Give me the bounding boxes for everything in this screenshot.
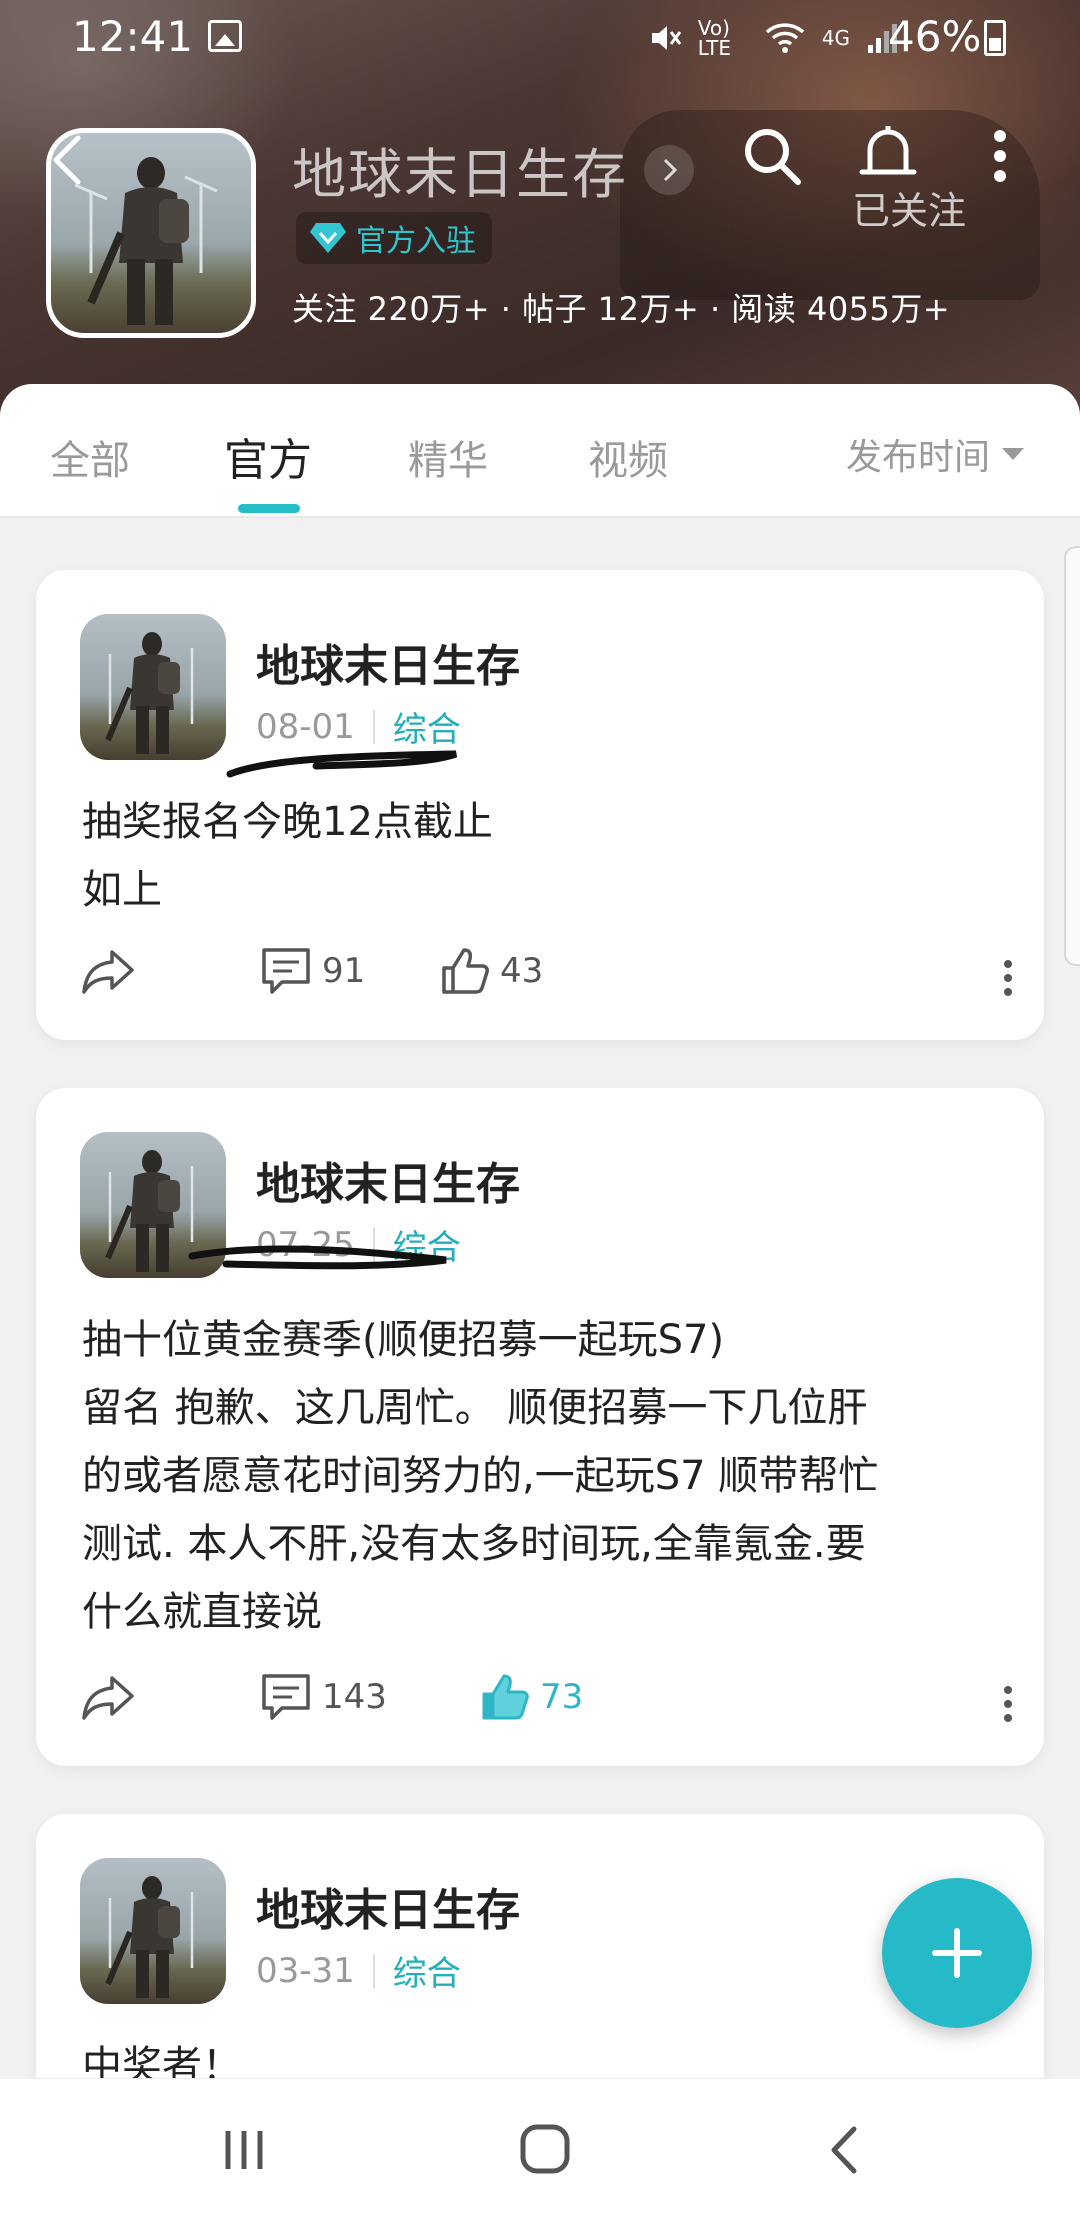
chevron-right-icon (644, 144, 694, 195)
author-avatar[interactable] (80, 614, 226, 760)
follow-status[interactable]: 已关注 (852, 180, 966, 235)
thumbs-up-icon (482, 1674, 529, 1720)
post-card[interactable]: 地球末日生存 08-01 综合 抽奖报名今晚12点截止 如上 91 43 (36, 570, 1044, 1040)
post-author[interactable]: 地球末日生存 (256, 1874, 520, 1938)
like-button[interactable]: 73 (480, 1672, 583, 1722)
post-meta: 03-31 综合 (256, 1946, 461, 1995)
caret-down-icon (1002, 448, 1025, 460)
active-tab-indicator (238, 504, 300, 513)
comment-count: 91 (322, 951, 366, 991)
status-icons: Vo) LTE 4G (648, 18, 900, 58)
post-author[interactable]: 地球末日生存 (256, 630, 520, 694)
scribble-mark (226, 750, 458, 778)
post-body[interactable]: 抽奖报名今晚12点截止 如上 (82, 788, 1022, 924)
comment-button[interactable]: 91 (260, 946, 365, 996)
share-icon[interactable] (80, 946, 136, 998)
search-icon[interactable] (740, 124, 804, 188)
diamond-icon (310, 223, 346, 253)
post-author[interactable]: 地球末日生存 (256, 1148, 520, 1212)
volte-label: Vo) LTE (697, 16, 732, 60)
back-icon[interactable] (44, 130, 94, 190)
more-vertical-icon[interactable] (996, 1684, 1020, 1724)
forum-header: 12:41 Vo) LTE 4G 46% 地球末日生存 官方入驻 关注 220万… (0, 0, 1080, 420)
side-pull-handle[interactable] (1064, 546, 1080, 966)
comment-count: 143 (322, 1677, 387, 1717)
system-nav-bar (0, 2078, 1080, 2220)
forum-title-row[interactable]: 地球末日生存 (292, 130, 694, 209)
tab-featured[interactable]: 精华 (408, 428, 488, 486)
recent-apps-icon[interactable] (204, 2115, 284, 2185)
comment-icon (262, 1674, 310, 1720)
post-body[interactable]: 抽十位黄金赛季(顺便招募一起玩S7) 留名 抱歉、这几周忙。 顺便招募一下几位肝… (82, 1306, 1022, 1646)
forum-title: 地球末日生存 (292, 143, 628, 206)
sort-label: 发布时间 (846, 437, 991, 478)
like-count: 43 (500, 951, 544, 991)
official-badge[interactable]: 官方入驻 (296, 212, 492, 264)
comment-button[interactable]: 143 (260, 1672, 387, 1722)
wifi-icon (765, 23, 804, 53)
post-actions: 143 73 (80, 1672, 1020, 1736)
comment-icon (262, 948, 310, 994)
sort-dropdown[interactable]: 发布时间 (846, 428, 1026, 480)
create-post-button[interactable] (882, 1878, 1032, 2028)
post-body[interactable]: 中奖者！ (82, 2032, 1022, 2078)
author-avatar[interactable] (80, 1858, 226, 2004)
app-page: 12:41 Vo) LTE 4G 46% 地球末日生存 官方入驻 关注 220万… (0, 0, 1080, 2220)
post-feed: 地球末日生存 08-01 综合 抽奖报名今晚12点截止 如上 91 43 地球末… (0, 518, 1080, 2078)
scribble-mark (188, 1245, 447, 1270)
home-icon[interactable] (505, 2115, 585, 2185)
like-count: 73 (540, 1677, 584, 1717)
share-icon[interactable] (80, 1672, 136, 1724)
gallery-notification-icon (208, 20, 242, 52)
thumbs-up-icon (442, 948, 489, 994)
like-button[interactable]: 43 (440, 946, 543, 996)
official-badge-label: 官方入驻 (356, 224, 476, 259)
battery-icon (984, 20, 1006, 56)
post-date: 03-31 (256, 1950, 355, 1991)
post-card[interactable]: 地球末日生存 07-25 综合 抽十位黄金赛季(顺便招募一起玩S7) 留名 抱歉… (36, 1088, 1044, 1766)
tab-official[interactable]: 官方 (224, 424, 312, 488)
status-time: 12:41 (72, 12, 194, 61)
nav-back-icon[interactable] (806, 2115, 886, 2185)
more-vertical-icon[interactable] (996, 958, 1020, 998)
forum-stats: 关注 220万+ · 帖子 12万+ · 阅读 4055万+ (292, 290, 951, 328)
post-category[interactable]: 综合 (393, 1946, 461, 1995)
status-bar: 12:41 Vo) LTE 4G 46% (0, 0, 1080, 80)
mute-icon (651, 26, 681, 50)
tab-video[interactable]: 视频 (588, 428, 668, 486)
tab-all[interactable]: 全部 (50, 428, 130, 486)
more-vertical-icon[interactable] (980, 126, 1020, 186)
plus-icon (932, 1928, 982, 1978)
network-type-label: 4G (821, 26, 850, 50)
post-actions: 91 43 (80, 946, 1020, 1010)
battery-percent: 46% (888, 12, 982, 61)
